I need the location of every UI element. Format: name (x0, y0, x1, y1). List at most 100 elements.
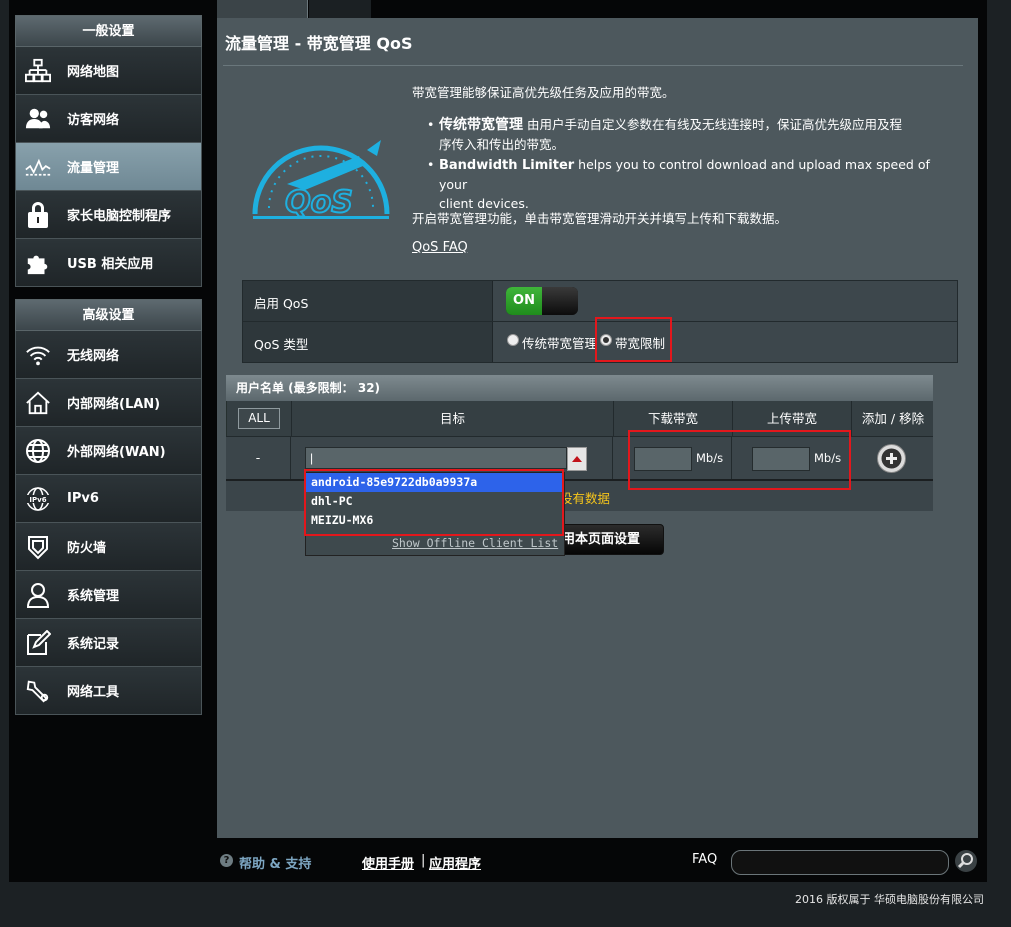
sidebar-item-label: 系统记录 (67, 637, 120, 652)
sidebar-item-ipv6[interactable]: IPv6 IPv6 (15, 475, 202, 523)
system-log-icon (25, 629, 51, 656)
top-tab[interactable] (217, 0, 308, 18)
bullet-title: 传统带宽管理 (439, 117, 523, 133)
sidebar-item-label: 系统管理 (67, 589, 120, 604)
client-list-header: 用户名单 (最多限制： 32) (226, 375, 933, 401)
network-map-icon (25, 58, 51, 84)
bullet-title: Bandwidth Limiter (439, 158, 575, 173)
footer: ? 帮助 & 支持 使用手册 | 应用程序 FAQ (217, 838, 978, 882)
col-all: ALL (227, 401, 292, 436)
col-add-remove: 添加 / 移除 (861, 411, 925, 426)
search-button[interactable] (955, 850, 977, 872)
sidebar-item-administration[interactable]: 系统管理 (15, 571, 202, 619)
manual-link[interactable]: 使用手册 (362, 853, 414, 872)
sidebar-item-label: 网络工具 (67, 685, 120, 700)
radio-traditional-qos[interactable] (507, 334, 519, 346)
sidebar-item-label: 流量管理 (67, 161, 120, 176)
sidebar-item-network-tools[interactable]: 网络工具 (15, 667, 202, 715)
top-tab-secondary[interactable] (309, 0, 371, 18)
sidebar-item-usb-application[interactable]: USB 相关应用 (15, 239, 202, 287)
wan-icon (25, 438, 51, 464)
sidebar-item-label: USB 相关应用 (67, 257, 154, 272)
add-client-button[interactable] (877, 444, 906, 473)
show-offline-clients-link[interactable]: Show Offline Client List (392, 536, 558, 550)
usb-application-icon (25, 250, 51, 276)
radio-label-traditional: 传统带宽管理 (522, 336, 598, 351)
highlight-box-bandwidth (628, 430, 851, 490)
row-label-cell: 启用 QoS (243, 281, 493, 321)
sidebar-item-label: 内部网络(LAN) (67, 397, 161, 412)
qos-type-label: QoS 类型 (254, 337, 309, 352)
faq-label: FAQ (692, 852, 718, 867)
sidebar-advanced: 高级设置 无线网络 内部网络(LAN) 外部网络(WAN) IPv6 IPv6 … (15, 299, 202, 715)
firewall-icon (25, 534, 51, 560)
sidebar-advanced-header: 高级设置 (15, 299, 202, 331)
client-target-input[interactable] (305, 447, 567, 469)
sidebar-item-label: 访客网络 (67, 113, 120, 128)
intro-text: 带宽管理能够保证高优先级任务及应用的带宽。 (412, 85, 675, 100)
qos-logo: QoS (247, 116, 395, 228)
enable-qos-toggle[interactable]: ON (506, 287, 578, 315)
feature-bullet-limiter: • Bandwidth Limiter helps you to control… (427, 155, 959, 213)
help-icon: ? (220, 854, 233, 867)
client-dropdown-toggle[interactable] (567, 447, 587, 471)
svg-text:QoS: QoS (285, 185, 353, 220)
sidebar-item-lan[interactable]: 内部网络(LAN) (15, 379, 202, 427)
sidebar-item-wan[interactable]: 外部网络(WAN) (15, 427, 202, 475)
ipv6-icon: IPv6 (25, 486, 51, 512)
faq-search-input[interactable] (731, 850, 949, 875)
traffic-manager-icon (25, 154, 51, 180)
wireless-icon (25, 342, 51, 368)
sidebar-item-firewall[interactable]: 防火墙 (15, 523, 202, 571)
sidebar-item-system-log[interactable]: 系统记录 (15, 619, 202, 667)
help-support-link[interactable]: 帮助 & 支持 (239, 853, 311, 872)
bullet-dot: • (427, 157, 435, 172)
highlight-box-limiter (595, 317, 672, 362)
parental-control-icon (25, 201, 51, 228)
sidebar-item-traffic-manager[interactable]: 流量管理 (15, 143, 202, 191)
toggle-knob (542, 287, 578, 315)
search-icon (957, 853, 973, 869)
top-tab-strip (217, 0, 978, 18)
sidebar-item-label: 防火墙 (67, 541, 107, 556)
plus-icon (881, 448, 902, 469)
col-target: 目标 (292, 401, 614, 436)
sidebar-item-label: 外部网络(WAN) (67, 445, 166, 460)
instruction-text: 开启带宽管理功能，单击带宽管理滑动开关并填写上传和下载数据。 (412, 211, 788, 226)
sidebar-item-network-map[interactable]: 网络地图 (15, 47, 202, 95)
app-link[interactable]: 应用程序 (429, 853, 481, 872)
main-content: 流量管理 - 带宽管理 QoS QoS 带宽管理能够保证高优先级任务及应用的带宽… (217, 18, 978, 838)
enable-qos-label: 启用 QoS (254, 296, 309, 311)
enable-qos-row: 启用 QoS ON (243, 281, 957, 321)
sidebar-item-guest-network[interactable]: 访客网络 (15, 95, 202, 143)
sidebar-item-label: 无线网络 (67, 349, 120, 364)
feature-bullet-legacy: • 传统带宽管理 由用户手动自定义参数在有线及无线连接时，保证高优先级应用及程 … (427, 115, 959, 154)
lan-icon (25, 390, 51, 416)
toggle-on-label: ON (506, 287, 542, 315)
bullet-dot: • (427, 117, 435, 132)
row-label-cell: QoS 类型 (243, 322, 493, 362)
network-tools-icon (25, 678, 51, 704)
qos-faq-link[interactable]: QoS FAQ (412, 240, 468, 255)
highlight-box-dropdown (304, 469, 564, 536)
row-index: - (226, 437, 291, 479)
sidebar-item-label: 网络地图 (67, 65, 120, 80)
svg-text:IPv6: IPv6 (29, 496, 46, 504)
administration-icon (25, 582, 51, 608)
caret-up-icon (572, 456, 582, 462)
all-button[interactable]: ALL (238, 408, 280, 429)
no-data-text: 没有数据 (560, 491, 611, 506)
title-divider (223, 65, 963, 66)
copyright-text: 2016 版权属于 华硕电脑股份有限公司 (795, 893, 984, 906)
sidebar-item-parental-control[interactable]: 家长电脑控制程序 (15, 191, 202, 239)
sidebar-item-label: IPv6 (67, 491, 99, 506)
sidebar-general-header: 一般设置 (15, 15, 202, 47)
sidebar-general: 一般设置 网络地图 访客网络 流量管理 家长电脑控制程序 USB 相关应用 (15, 15, 202, 287)
sidebar-item-label: 家长电脑控制程序 (67, 209, 172, 224)
bullet-text-cont: 序传入和传出的带宽。 (439, 137, 565, 152)
page-title: 流量管理 - 带宽管理 QoS (225, 34, 413, 53)
sidebar-item-wireless[interactable]: 无线网络 (15, 331, 202, 379)
footer-separator: | (421, 853, 426, 868)
guest-network-icon (25, 106, 51, 132)
bullet-text: 由用户手动自定义参数在有线及无线连接时，保证高优先级应用及程 (523, 117, 902, 132)
